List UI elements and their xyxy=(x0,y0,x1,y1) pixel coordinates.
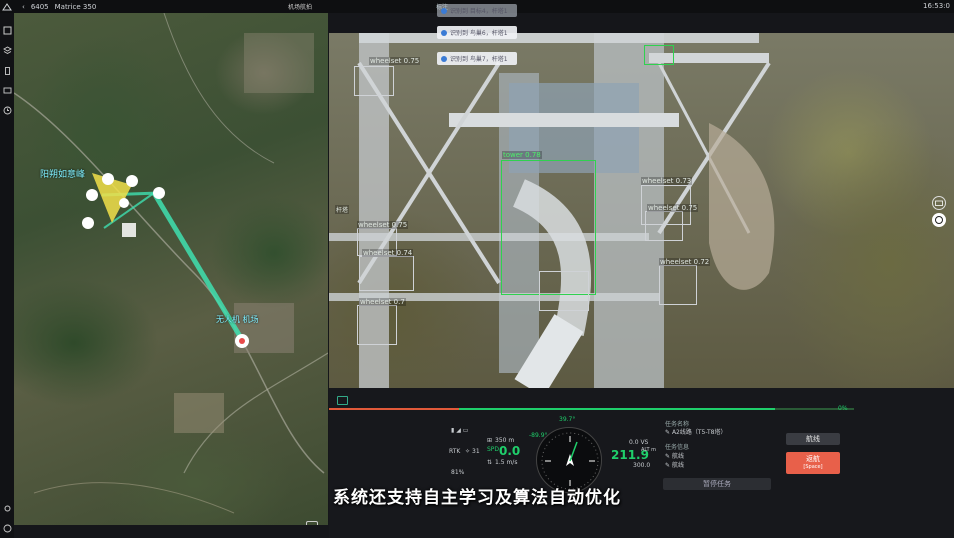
vspeed-label: ⇅ xyxy=(487,459,493,466)
satellite-icon: ✧ xyxy=(465,448,471,455)
stack-icon[interactable] xyxy=(2,45,12,55)
detection-label: wheelset 0.72 xyxy=(659,258,711,266)
clock: 16:53:0 xyxy=(923,2,950,10)
compass xyxy=(536,427,602,493)
compass-dial xyxy=(541,432,599,490)
detection-box[interactable] xyxy=(357,305,397,345)
settings-icon[interactable] xyxy=(2,503,12,513)
vertical-speed-readout: 0.0 VS xyxy=(629,439,649,446)
mission-progress-segment xyxy=(329,408,459,410)
info-icon xyxy=(441,7,447,14)
map-overlay xyxy=(14,13,328,514)
detection-box[interactable] xyxy=(354,66,394,96)
camera-icon[interactable] xyxy=(932,196,946,210)
speed-label: SPD xyxy=(487,446,500,453)
rtk-label: RTK xyxy=(449,448,461,455)
layers-icon[interactable] xyxy=(2,25,12,35)
toast-text: 识别到 鸟巢6，杆塔1 xyxy=(450,30,508,37)
mission-info-label: 任务信息 xyxy=(665,444,690,451)
battery-percent: 81% xyxy=(451,469,465,476)
history-icon[interactable] xyxy=(2,105,12,115)
app-logo-icon xyxy=(0,0,14,13)
alt-label: ⊞ xyxy=(487,437,493,444)
mission-info-text: 航线 xyxy=(671,462,684,469)
detection-box[interactable] xyxy=(359,256,414,291)
chat-icon[interactable] xyxy=(306,521,318,525)
info-icon xyxy=(441,55,447,62)
mission-info-text: 航线 xyxy=(671,453,684,460)
detection-box[interactable] xyxy=(539,271,589,311)
distance-readout: 300.0 xyxy=(633,462,651,469)
shutter-icon xyxy=(935,216,943,224)
battery-icon[interactable] xyxy=(2,65,12,75)
detection-box[interactable] xyxy=(659,265,697,305)
mission-progress-percent: 0% xyxy=(838,405,848,412)
detection-box[interactable] xyxy=(645,211,683,241)
mission-name-text: A2线路（T5-T8塔） xyxy=(671,429,727,436)
detection-label: wheelset 0.75 xyxy=(647,204,699,212)
mission-info-item: ✎ 航线 xyxy=(665,453,684,460)
map-label-dock: 无人机 机场 xyxy=(216,315,259,324)
toast-notification: 识别到 鸟巢7，杆塔1 xyxy=(437,52,517,65)
horizontal-speed: 0.0 xyxy=(499,444,521,458)
detection-label: wheelset 0.75 xyxy=(357,221,409,229)
detection-label: 杆塔 xyxy=(335,205,350,214)
gallery-icon[interactable] xyxy=(337,396,348,405)
return-home-button[interactable]: 返航 [Space] xyxy=(786,452,840,474)
pause-mission-button[interactable]: 暂停任务 xyxy=(663,478,771,490)
camera-feed[interactable]: tower 0.78 wheelset 0.75 wheelset 0.73 w… xyxy=(329,33,954,388)
rtk-count: 31 xyxy=(472,448,480,455)
toast-text: 识别到 目标4，杆塔1 xyxy=(450,8,508,15)
toast-notification: 识别到 目标4，杆塔1 xyxy=(437,4,517,17)
shutter-button[interactable] xyxy=(932,213,946,227)
back-icon[interactable]: ‹ xyxy=(22,3,25,11)
return-home-hint: [Space] xyxy=(803,464,823,470)
altitude-unit: ALT m xyxy=(641,447,657,453)
logout-icon[interactable] xyxy=(2,523,12,533)
mission-info-item: ✎ 航线 xyxy=(665,462,684,469)
detection-label: tower 0.78 xyxy=(502,151,542,159)
detection-box[interactable] xyxy=(644,45,674,65)
detection-label: wheelset 0.73 xyxy=(641,177,693,185)
map-label-peak: 阳朔如意峰 xyxy=(40,170,86,180)
signal-icons: ▮ ◢ ▭ xyxy=(451,427,469,434)
satellite-map[interactable]: 阳朔如意峰 无人机 机场 xyxy=(14,13,328,525)
route-button[interactable]: 航线 xyxy=(786,433,840,445)
detection-label: wheelset 0.75 xyxy=(369,57,421,65)
info-icon xyxy=(441,29,447,36)
detection-label: wheelset 0.7 xyxy=(359,298,406,306)
vertical-speed: 1.5 m/s xyxy=(495,459,518,466)
toast-notification: 识别到 鸟巢6，杆塔1 xyxy=(437,26,517,39)
detection-label: wheelset 0.74 xyxy=(362,249,414,257)
drone-model: Matrice 350 xyxy=(54,2,97,11)
map-title: 机场航拍 xyxy=(288,4,313,11)
device-id: 6405 xyxy=(30,2,49,11)
toast-text: 识别到 鸟巢7，杆塔1 xyxy=(450,56,508,63)
mission-name: ✎ A2线路（T5-T8塔） xyxy=(665,429,727,436)
left-toolbar xyxy=(0,13,14,538)
heading-readout: 39.7° xyxy=(559,416,576,423)
altitude-value: 350 m xyxy=(495,437,515,444)
return-home-label: 返航 xyxy=(806,455,820,463)
image-icon[interactable] xyxy=(2,85,12,95)
flight-panel: 0% ▮ ◢ ▭ RTK ✧ 31 81% ⊞ 350 m SPD 0.0 ⇅ … xyxy=(329,388,954,538)
app-window: ‹ 6405 Matrice 350 机场航拍 标注 16:53:0 xyxy=(0,0,954,538)
